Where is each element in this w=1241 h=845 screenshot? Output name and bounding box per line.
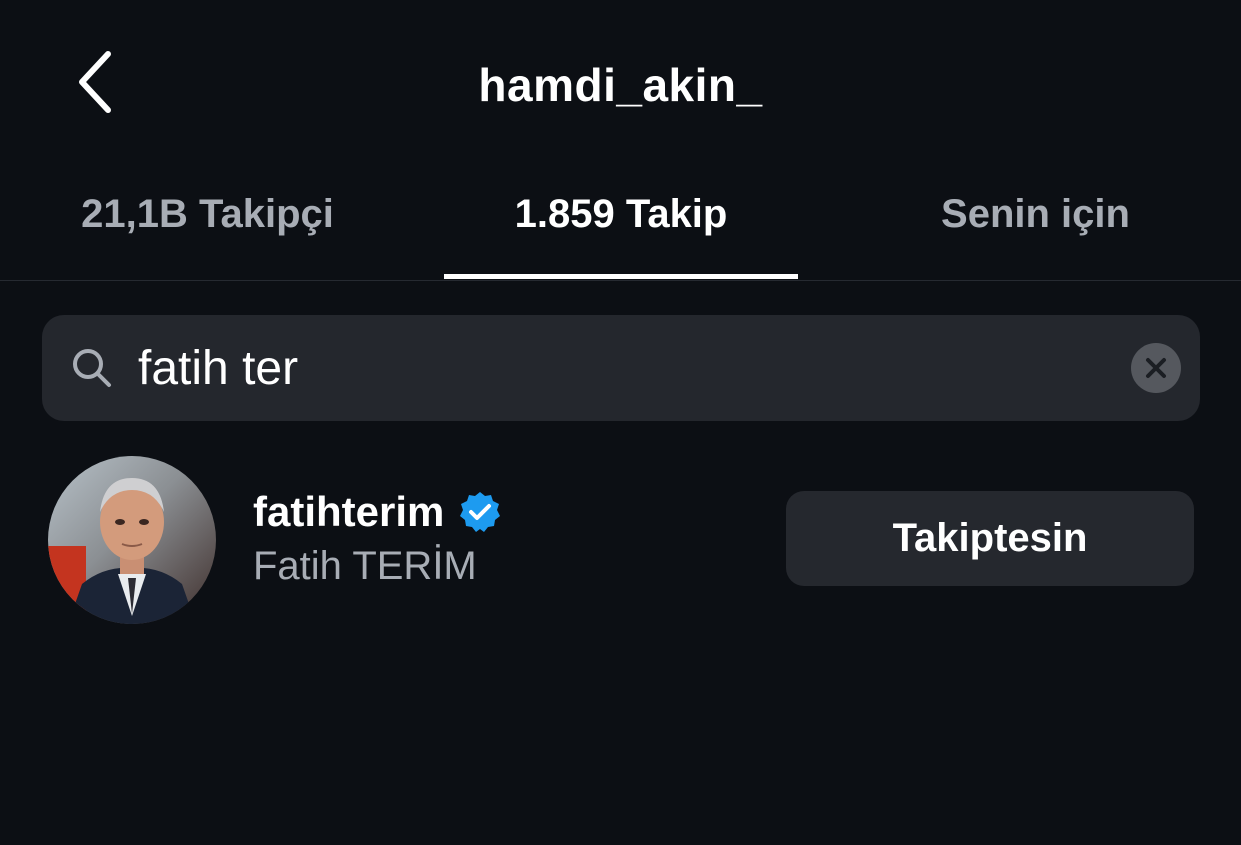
tab-followers[interactable]: 21,1B Takipçi — [0, 192, 415, 280]
search-input[interactable] — [138, 337, 1098, 399]
tab-bar: 21,1B Takipçi 1.859 Takip Senin için — [0, 170, 1241, 281]
search-icon — [73, 349, 111, 387]
following-button[interactable]: Takiptesin — [786, 491, 1194, 586]
list-item[interactable]: fatihterim Fatih TERİM Takiptesin — [0, 440, 1241, 640]
search-bar — [42, 315, 1200, 421]
close-icon — [1146, 358, 1166, 378]
tab-for-you[interactable]: Senin için — [830, 192, 1241, 280]
verified-badge-icon — [460, 492, 500, 532]
avatar[interactable] — [48, 456, 216, 624]
clear-search-button[interactable] — [1131, 343, 1181, 393]
profile-photo — [48, 456, 216, 624]
active-tab-indicator — [444, 274, 798, 279]
result-full-name: Fatih TERİM — [253, 544, 477, 588]
tab-following[interactable]: 1.859 Takip — [444, 192, 798, 280]
page-title: hamdi_akin_ — [478, 59, 763, 111]
result-username[interactable]: fatihterim — [253, 488, 444, 536]
top-bar: hamdi_akin_ — [0, 0, 1241, 170]
